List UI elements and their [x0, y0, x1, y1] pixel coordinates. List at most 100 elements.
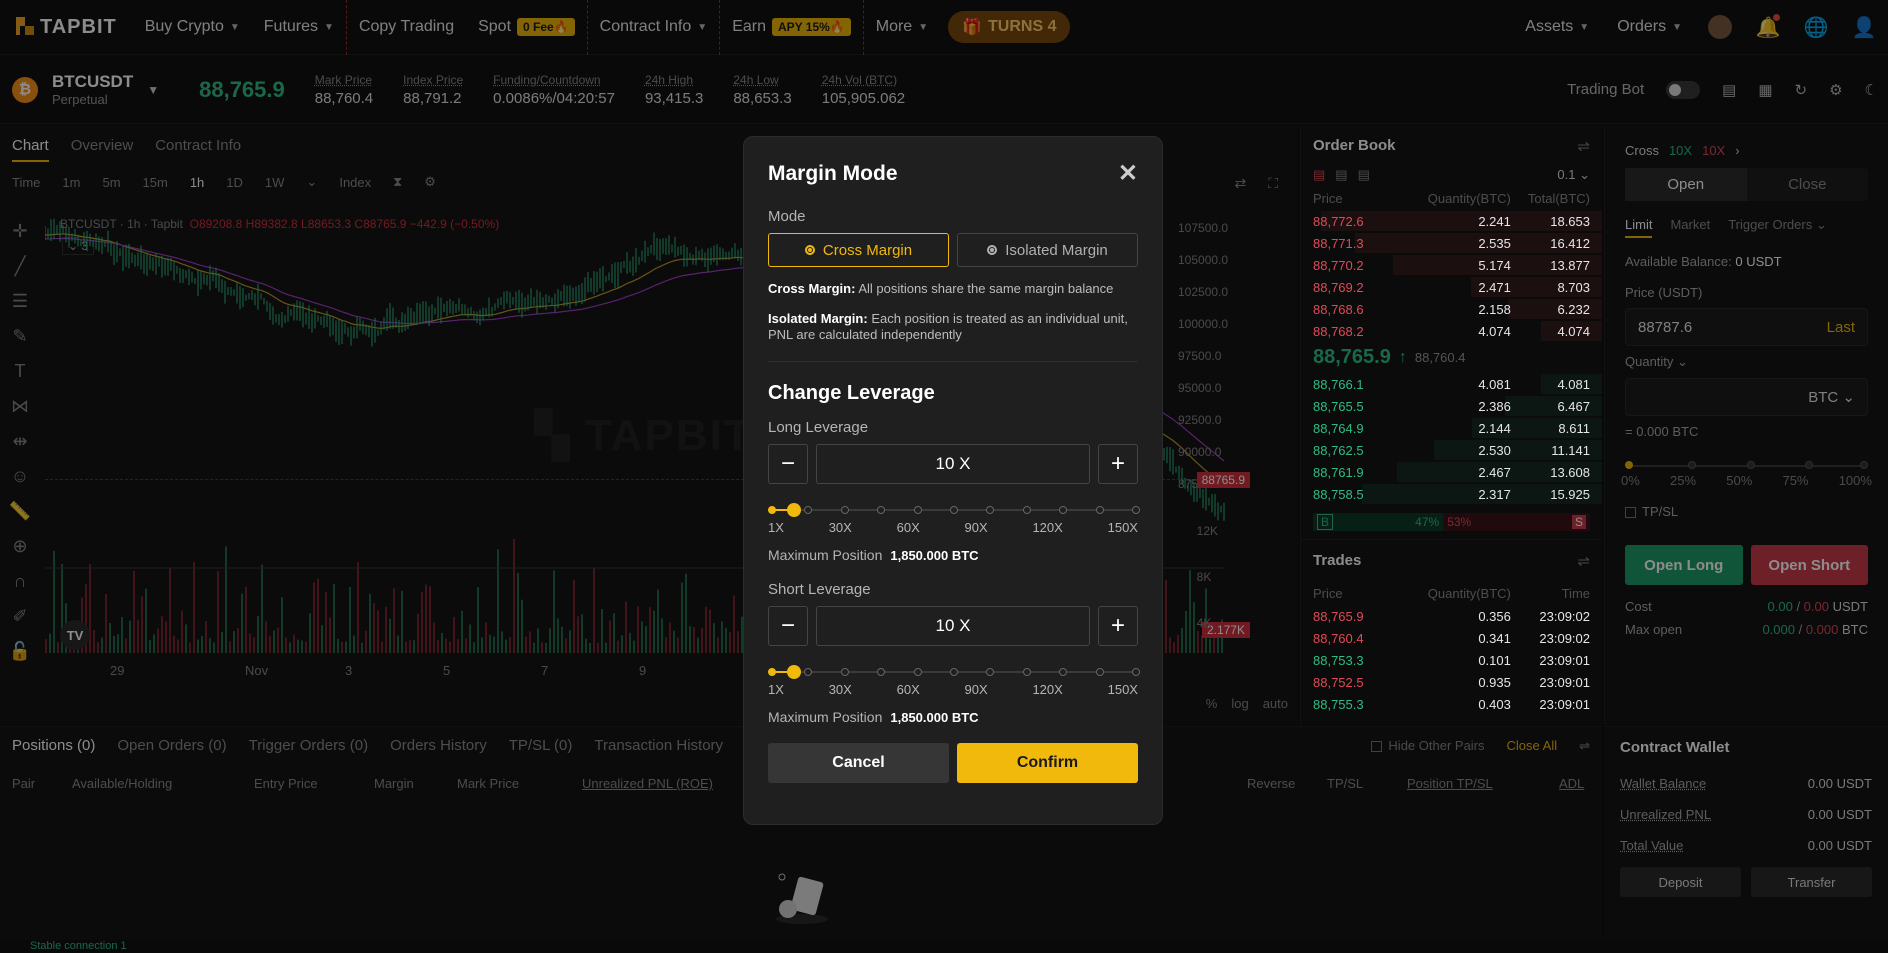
- row-price: 88,772.6: [1313, 213, 1364, 229]
- long-leverage-ticks: 1X 30X 60X 90X 120X 150X: [768, 520, 1138, 535]
- slider-tick[interactable]: [1022, 506, 1031, 514]
- divider: [768, 361, 1138, 362]
- trade-quantity: 0.341: [1478, 630, 1511, 646]
- row-total: 11.141: [1551, 442, 1590, 458]
- slider-tick[interactable]: [986, 506, 995, 514]
- slider-tick[interactable]: [1132, 668, 1140, 676]
- trade-quantity: 0.356: [1478, 608, 1511, 624]
- slider-tick[interactable]: [877, 668, 886, 676]
- row-quantity: 2.467: [1478, 464, 1511, 480]
- long-leverage-input[interactable]: 10 X: [816, 444, 1090, 484]
- row-price: 88,766.1: [1313, 376, 1364, 392]
- confirm-button[interactable]: Confirm: [957, 743, 1138, 783]
- row-price: 88,770.2: [1313, 257, 1364, 273]
- trade-price: 88,765.9: [1313, 608, 1364, 624]
- trade-quantity: 0.403: [1478, 696, 1511, 712]
- short-leverage-slider[interactable]: [768, 664, 1140, 680]
- trade-quantity: 0.101: [1478, 652, 1511, 668]
- cross-margin-option[interactable]: Cross Margin: [768, 233, 949, 267]
- isolated-margin-description: Isolated Margin: Each position is treate…: [768, 311, 1128, 342]
- row-quantity: 2.158: [1478, 301, 1511, 317]
- slider-tick[interactable]: [1022, 668, 1031, 676]
- slider-tick[interactable]: [1059, 668, 1068, 676]
- row-total: 8.611: [1558, 420, 1590, 436]
- short-leverage-ticks: 1X 30X 60X 90X 120X 150X: [768, 682, 1138, 697]
- slider-tick[interactable]: [986, 668, 995, 676]
- isolated-margin-option[interactable]: Isolated Margin: [957, 233, 1138, 267]
- row-total: 13.877: [1550, 257, 1590, 273]
- row-price: 88,765.5: [1313, 398, 1364, 414]
- row-quantity: 2.241: [1478, 213, 1511, 229]
- row-price: 88,758.5: [1313, 486, 1364, 502]
- slider-tick[interactable]: [840, 668, 849, 676]
- slider-tick[interactable]: [950, 506, 958, 514]
- slider-tick[interactable]: [1059, 506, 1068, 514]
- slider-tick[interactable]: [1095, 506, 1104, 514]
- row-quantity: 2.471: [1478, 279, 1511, 295]
- trade-price: 88,753.3: [1313, 652, 1364, 668]
- slider-knob[interactable]: [786, 503, 801, 517]
- mode-label: Mode: [768, 208, 806, 225]
- row-total: 6.232: [1557, 301, 1590, 317]
- short-max-position: Maximum Position 1,850.000 BTC: [768, 709, 979, 725]
- trade-quantity: 0.935: [1478, 674, 1511, 690]
- row-total: 15.925: [1550, 486, 1590, 502]
- trade-time: 23:09:02: [1539, 630, 1590, 646]
- cross-margin-description: Cross Margin: All positions share the sa…: [768, 281, 1114, 296]
- trade-price: 88,752.5: [1313, 674, 1364, 690]
- slider-knob[interactable]: [786, 665, 801, 679]
- trade-time: 23:09:01: [1539, 696, 1590, 712]
- cancel-button[interactable]: Cancel: [768, 743, 949, 783]
- margin-mode-options: Cross Margin Isolated Margin: [768, 233, 1138, 267]
- slider-tick[interactable]: [768, 506, 776, 514]
- modal-actions: Cancel Confirm: [768, 743, 1138, 783]
- short-leverage-stepper: − 10 X +: [768, 606, 1138, 646]
- long-leverage-label: Long Leverage: [768, 419, 869, 436]
- short-increase-button[interactable]: +: [1098, 606, 1138, 646]
- row-total: 4.074: [1557, 323, 1590, 339]
- modal-header: Margin Mode ✕: [768, 137, 1138, 188]
- row-total: 18.653: [1550, 213, 1590, 229]
- short-decrease-button[interactable]: −: [768, 606, 808, 646]
- trade-time: 23:09:01: [1539, 652, 1590, 668]
- row-total: 13.608: [1550, 464, 1590, 480]
- slider-tick[interactable]: [1095, 668, 1104, 676]
- modal-title: Margin Mode: [768, 161, 898, 185]
- trade-price: 88,755.3: [1313, 696, 1364, 712]
- row-quantity: 2.317: [1478, 486, 1511, 502]
- slider-tick[interactable]: [1132, 506, 1140, 514]
- order-book-panel: Order Book ⇌ ▤ ▤ ▤ 0.1 ⌄ Price Quantity(BT…: [1300, 125, 1602, 725]
- slider-tick[interactable]: [840, 506, 849, 514]
- slider-tick[interactable]: [804, 506, 813, 514]
- short-leverage-input[interactable]: 10 X: [816, 606, 1090, 646]
- row-price: 88,768.6: [1313, 301, 1364, 317]
- slider-tick[interactable]: [950, 668, 958, 676]
- trade-time: 23:09:01: [1539, 674, 1590, 690]
- long-leverage-slider[interactable]: [768, 502, 1140, 518]
- row-total: 4.081: [1557, 376, 1590, 392]
- trades-list: 88,765.9 0.356 23:09:02 88,760.4 0.341 23:09:…: [1301, 605, 1602, 715]
- long-max-position: Maximum Position 1,850.000 BTC: [768, 547, 979, 563]
- row-total: 6.467: [1557, 398, 1590, 414]
- margin-mode-modal: Margin Mode ✕ Mode Cross Margin Isolated…: [743, 136, 1163, 825]
- radio-selected-icon: [804, 245, 815, 255]
- slider-tick[interactable]: [768, 668, 776, 676]
- row-price: 88,768.2: [1313, 323, 1364, 339]
- close-icon[interactable]: ✕: [1118, 159, 1138, 188]
- slider-tick[interactable]: [913, 506, 922, 514]
- row-quantity: 2.530: [1478, 442, 1511, 458]
- trade-price: 88,760.4: [1313, 630, 1364, 646]
- row-quantity: 2.386: [1478, 398, 1511, 414]
- long-decrease-button[interactable]: −: [768, 444, 808, 484]
- row-total: 16.412: [1550, 235, 1590, 251]
- slider-tick[interactable]: [913, 668, 922, 676]
- long-increase-button[interactable]: +: [1098, 444, 1138, 484]
- row-total: 8.703: [1557, 279, 1590, 295]
- row-price: 88,771.3: [1313, 235, 1364, 251]
- slider-tick[interactable]: [804, 668, 813, 676]
- slider-tick[interactable]: [877, 506, 886, 514]
- long-leverage-stepper: − 10 X +: [768, 444, 1138, 484]
- change-leverage-title: Change Leverage: [768, 382, 935, 404]
- row-price: 88,769.2: [1313, 279, 1364, 295]
- row-quantity: 4.074: [1478, 323, 1511, 339]
